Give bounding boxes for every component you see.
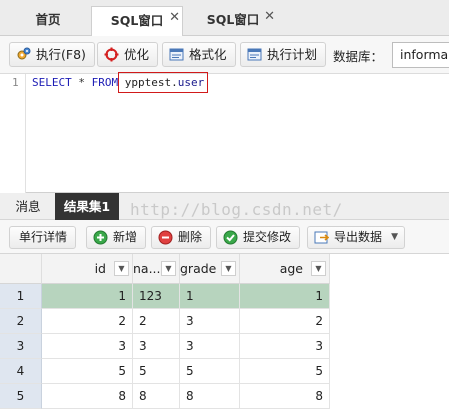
optimize-label: 优化 [124,47,150,62]
cell-id[interactable]: 8 [42,384,133,409]
close-icon[interactable]: ✕ [169,4,180,32]
cell-age[interactable]: 3 [240,334,330,359]
explain-plan-icon [247,48,262,61]
sql-keyword-from: FROM [91,76,119,89]
table-row[interactable]: 5 8 8 8 8 [0,384,330,409]
delete-row-label: 删除 [178,230,203,244]
cell-id[interactable]: 3 [42,334,133,359]
export-data-label: 导出数据 [334,230,383,244]
tab-sql-window-2[interactable]: SQL窗口 ✕ [187,6,279,36]
export-icon [314,231,329,244]
highlight-box [118,72,208,93]
cell-grade[interactable]: 1 [180,284,240,309]
optimize-icon [104,47,119,62]
sql-star: * [78,76,85,89]
cell-name[interactable]: 8 [133,384,180,409]
cell-name[interactable]: 2 [133,309,180,334]
cell-grade[interactable]: 5 [180,359,240,384]
sql-editor[interactable]: 1 SELECT * FROM ypptest.user [0,74,449,193]
execute-label: 执行(F8) [36,47,86,62]
tab-bar: 首页 SQL窗口 ✕ SQL窗口 ✕ [0,0,449,37]
row-number: 3 [0,334,42,359]
table-row[interactable]: 2 2 2 3 2 [0,309,330,334]
table-row[interactable]: 1 1 123 1 1 [0,284,330,309]
sql-keyword-select: SELECT [32,76,72,89]
cell-grade[interactable]: 8 [180,384,240,409]
watermark: http://blog.csdn.net/ [130,200,343,219]
run-gears-icon [17,47,31,60]
cell-id[interactable]: 1 [42,284,133,309]
tab-home-label: 首页 [35,12,61,27]
add-icon [93,230,108,245]
cell-name[interactable]: 123 [133,284,180,309]
export-data-button[interactable]: 导出数据 ▼ [307,226,406,249]
tab-messages[interactable]: 消息 [6,193,50,220]
database-select[interactable]: informa [392,42,449,68]
sort-dropdown-icon[interactable]: ▼ [161,261,176,276]
delete-row-button[interactable]: 删除 [151,226,212,249]
execute-button[interactable]: 执行(F8) [9,42,95,67]
line-gutter: 1 [0,74,26,193]
row-number-header [0,254,42,284]
cell-grade[interactable]: 3 [180,334,240,359]
format-label: 格式化 [189,47,227,62]
column-header-name[interactable]: na... ▼ [133,254,180,284]
column-header-name-label: na... [133,261,161,276]
cell-age[interactable]: 2 [240,309,330,334]
add-row-label: 新增 [113,230,138,244]
column-header-age-label: age [279,261,303,276]
tab-sql-window-1[interactable]: SQL窗口 ✕ [91,6,183,37]
explain-plan-button[interactable]: 执行计划 [240,42,327,67]
cell-age[interactable]: 1 [240,284,330,309]
sort-dropdown-icon[interactable]: ▼ [114,261,129,276]
row-number: 5 [0,384,42,409]
cell-name[interactable]: 5 [133,359,180,384]
delete-icon [158,230,173,245]
commit-changes-button[interactable]: 提交修改 [216,226,301,249]
column-header-grade[interactable]: grade ▼ [180,254,240,284]
sort-dropdown-icon[interactable]: ▼ [311,261,326,276]
table-row[interactable]: 3 3 3 3 3 [0,334,330,359]
commit-changes-label: 提交修改 [243,230,292,244]
sort-dropdown-icon[interactable]: ▼ [221,261,236,276]
column-header-id[interactable]: id ▼ [42,254,133,284]
column-header-id-label: id [94,261,106,276]
format-button[interactable]: 格式化 [162,42,236,67]
row-detail-button[interactable]: 单行详情 [9,226,77,249]
optimize-button[interactable]: 优化 [97,42,159,67]
cell-id[interactable]: 2 [42,309,133,334]
close-icon[interactable]: ✕ [264,3,275,31]
tab-sql-window-1-label: SQL窗口 [110,13,164,28]
row-number: 1 [0,284,42,309]
explain-plan-label: 执行计划 [267,47,318,62]
tab-result-set-1[interactable]: 结果集1 [55,193,119,220]
result-toolbar: 单行详情 新增 删除 提交修改 导出数据 ▼ [0,220,449,254]
cell-age[interactable]: 5 [240,359,330,384]
cell-age[interactable]: 8 [240,384,330,409]
database-label: 数据库： [333,49,384,64]
check-icon [223,230,238,245]
tab-sql-window-2-label: SQL窗口 [206,12,260,27]
cell-id[interactable]: 5 [42,359,133,384]
add-row-button[interactable]: 新增 [86,226,147,249]
row-number: 2 [0,309,42,334]
cell-name[interactable]: 3 [133,334,180,359]
cell-grade[interactable]: 3 [180,309,240,334]
chevron-down-icon[interactable]: ▼ [391,227,398,248]
line-number: 1 [12,76,19,89]
column-header-grade-label: grade [180,261,217,276]
format-icon [169,48,184,61]
row-number: 4 [0,359,42,384]
tab-home[interactable]: 首页 [8,6,88,36]
column-header-age[interactable]: age ▼ [240,254,330,284]
table-row[interactable]: 4 5 5 5 5 [0,359,330,384]
